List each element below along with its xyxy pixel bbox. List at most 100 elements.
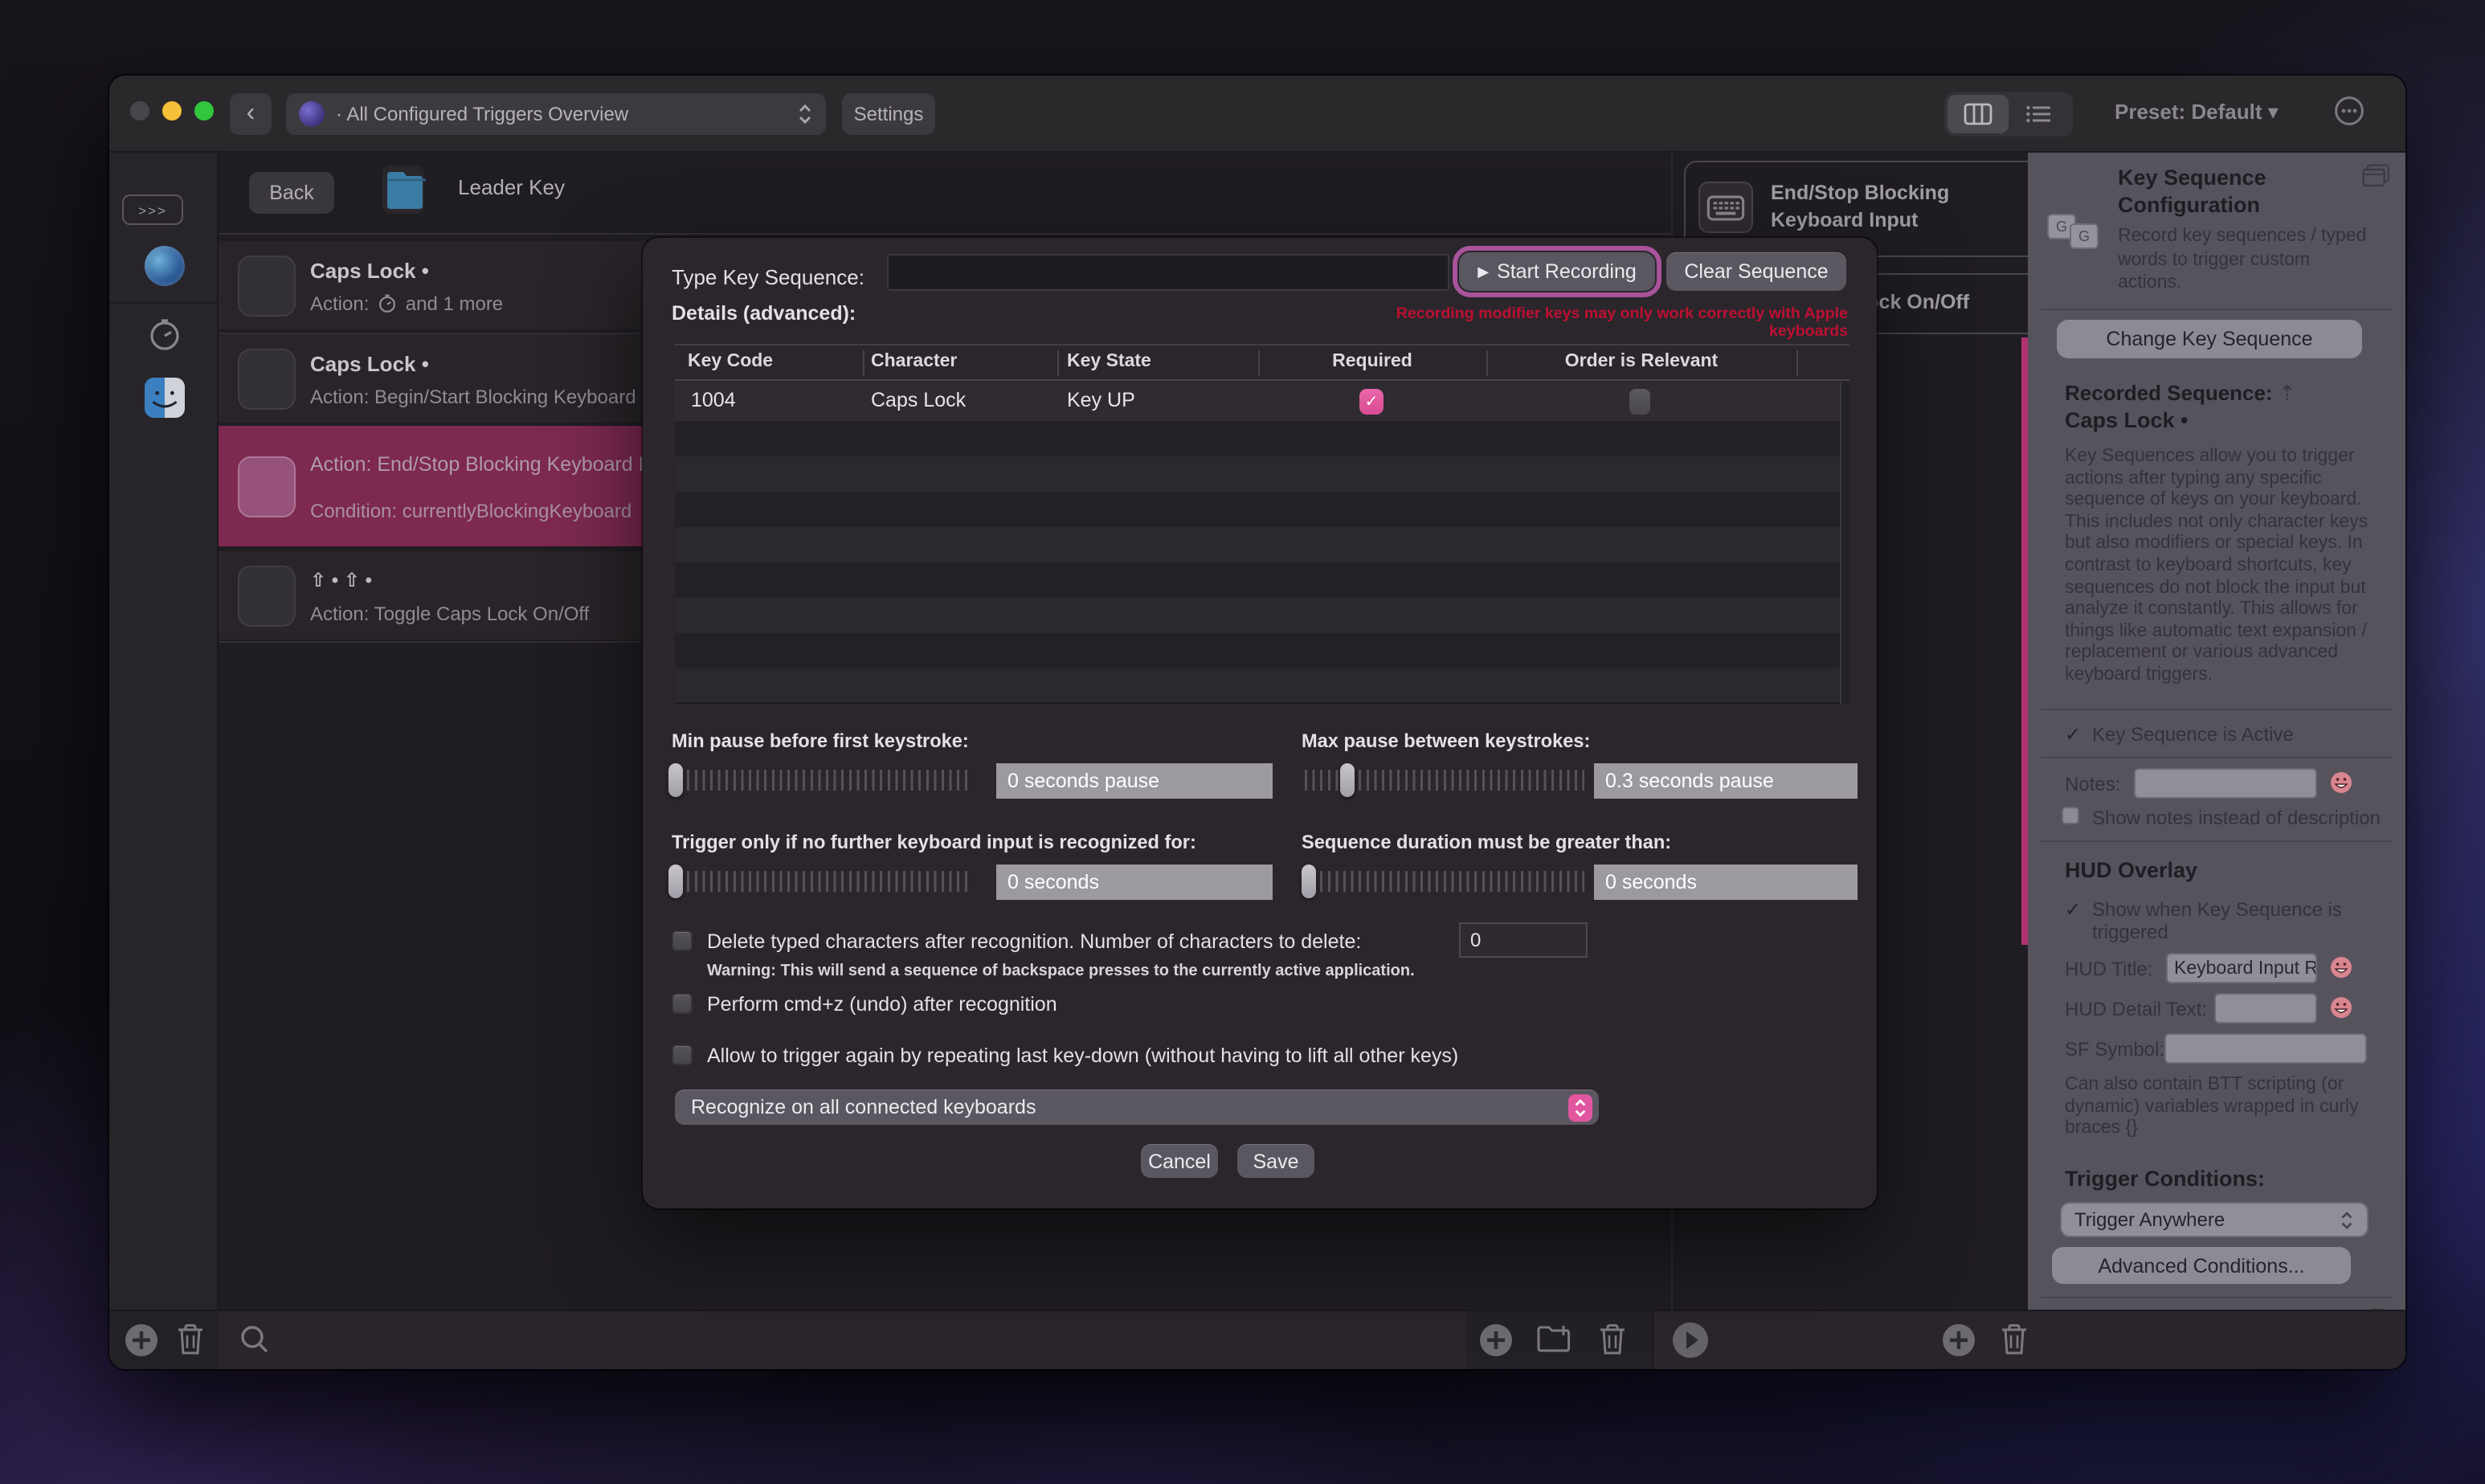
emoji-picker-icon[interactable]	[2330, 956, 2352, 979]
finder-app-icon[interactable]	[145, 378, 185, 426]
timer-icon[interactable]	[148, 318, 182, 360]
breadcrumb-title: Leader Key	[458, 175, 565, 199]
sequence-duration-value: 0 seconds	[1594, 865, 1858, 900]
max-pause-slider[interactable]	[1305, 770, 1584, 791]
type-key-sequence-label: Type Key Sequence:	[672, 265, 864, 289]
view-mode-segmented-control[interactable]	[1944, 92, 2073, 137]
add-action-icon[interactable]	[1478, 1323, 1514, 1366]
perform-undo-checkbox[interactable]	[672, 993, 693, 1014]
settings-button[interactable]: Settings	[842, 93, 935, 135]
min-pause-label: Min pause before first keystroke:	[672, 730, 969, 752]
delete-warning-text: Warning: This will send a sequence of ba…	[707, 963, 1415, 980]
select-stepper-icon	[1568, 1094, 1592, 1121]
hud-title-input[interactable]: Keyboard Input Relea	[2166, 953, 2317, 983]
keyboard-icon	[1698, 182, 1753, 233]
cancel-button[interactable]: Cancel	[1141, 1144, 1218, 1178]
table-scrollbar[interactable]	[1840, 382, 1849, 704]
close-traffic-light[interactable]	[130, 101, 149, 121]
key-sequence-table: Key Code Character Key State Required Or…	[675, 344, 1849, 704]
expand-rail-button[interactable]: >>>	[122, 194, 183, 225]
preset-profile-selector[interactable]: · All Configured Triggers Overview	[286, 93, 826, 135]
table-row[interactable]: 1004 Caps Lock Key UP ✓	[675, 382, 1849, 421]
add-trigger-icon[interactable]	[124, 1323, 159, 1366]
trigger-condition-line: Condition: currentlyBlockingKeyboard	[310, 500, 631, 522]
global-apps-icon[interactable]	[145, 246, 185, 286]
folder-icon	[378, 161, 429, 227]
minimize-traffic-light[interactable]	[162, 101, 182, 121]
columns-view-icon[interactable]	[1948, 95, 2009, 133]
nav-back-button[interactable]: ‹	[230, 93, 272, 135]
emoji-picker-icon[interactable]	[2330, 771, 2352, 794]
keyboard-select[interactable]: Recognize on all connected keyboards	[675, 1089, 1599, 1125]
back-button[interactable]: Back	[249, 172, 334, 214]
list-view-icon[interactable]	[2009, 95, 2070, 133]
delete-count-input[interactable]: 0	[1459, 922, 1588, 958]
search-icon[interactable]	[239, 1324, 270, 1363]
hud-detail-label: HUD Detail Text:	[2065, 998, 2207, 1020]
no-further-input-value: 0 seconds	[996, 865, 1273, 900]
column-header[interactable]: Key Code	[688, 352, 773, 371]
required-checkbox[interactable]: ✓	[1359, 389, 1384, 415]
delete-typed-checkbox[interactable]	[672, 930, 693, 951]
key-sequence-input[interactable]	[887, 254, 1449, 291]
trigger-anywhere-select[interactable]: Trigger Anywhere	[2060, 1202, 2369, 1237]
advanced-conditions-button[interactable]: Advanced Conditions...	[2052, 1247, 2351, 1284]
sequence-duration-label: Sequence duration must be greater than:	[1302, 831, 1671, 853]
allow-trigger-again-checkbox[interactable]	[672, 1045, 693, 1065]
max-pause-label: Max pause between keystrokes:	[1302, 730, 1590, 752]
sf-symbol-input[interactable]	[2164, 1033, 2367, 1064]
trigger-icon-placeholder	[238, 456, 296, 517]
key-sequence-active-checkbox[interactable]: Key Sequence is Active	[2092, 723, 2294, 746]
trigger-subtitle: Action: Toggle Caps Lock On/Off	[310, 603, 589, 625]
save-button[interactable]: Save	[1237, 1144, 1314, 1178]
clear-sequence-button[interactable]: Clear Sequence	[1666, 252, 1846, 291]
hud-overlay-heading: HUD Overlay	[2065, 858, 2197, 882]
notes-label: Notes:	[2065, 773, 2120, 795]
add-item-icon[interactable]	[1941, 1323, 1976, 1366]
no-further-input-slider[interactable]	[672, 871, 967, 892]
sequence-duration-slider[interactable]	[1305, 871, 1584, 892]
start-recording-button[interactable]: ▶ Start Recording	[1459, 252, 1655, 291]
trigger-title: ⇧ • ⇧ •	[310, 569, 372, 591]
perform-undo-label: Perform cmd+z (undo) after recognition	[707, 993, 1057, 1016]
trigger-title: Caps Lock •	[310, 259, 429, 283]
delete-item-icon[interactable]	[1999, 1323, 2029, 1364]
hud-show-checkbox[interactable]: Show when Key Sequence istriggered	[2092, 898, 2342, 943]
add-folder-icon[interactable]	[1536, 1324, 1572, 1361]
toolbar-divider	[1652, 1311, 1653, 1369]
checkmark-icon: ✓	[2065, 898, 2081, 921]
min-pause-value: 0 seconds pause	[996, 763, 1273, 799]
allow-trigger-again-label: Allow to trigger again by repeating last…	[707, 1045, 1458, 1067]
column-header[interactable]: Order is Relevant	[1486, 352, 1796, 371]
action-card-label: End/Stop BlockingKeyboard Input	[1771, 180, 1949, 235]
zoom-traffic-light[interactable]	[194, 101, 214, 121]
chevron-up-down-icon	[797, 103, 813, 125]
change-key-sequence-button[interactable]: Change Key Sequence	[2057, 320, 2362, 358]
desktop: ‹ · All Configured Triggers Overview Set…	[0, 0, 2485, 1484]
no-further-input-label: Trigger only if no further keyboard inpu…	[672, 831, 1196, 853]
recorded-sequence-value: Caps Lock •	[2065, 408, 2189, 432]
emoji-picker-icon[interactable]	[2330, 996, 2352, 1019]
preset-menu[interactable]: Preset: Default ▾	[2115, 100, 2279, 125]
character-cell: Caps Lock	[871, 389, 966, 411]
delete-trigger-icon[interactable]	[175, 1323, 206, 1364]
column-header[interactable]: Required	[1258, 352, 1486, 371]
show-notes-checkbox[interactable]	[2062, 807, 2079, 824]
keycap-icon: G	[2070, 223, 2099, 249]
more-options-icon[interactable]	[2333, 95, 2365, 135]
details-advanced-label: Details (advanced):	[672, 302, 856, 325]
run-action-icon[interactable]	[1671, 1321, 1710, 1367]
scroll-up-icon: ⇡	[2279, 381, 2296, 405]
bettertouchtool-window: ‹ · All Configured Triggers Overview Set…	[109, 76, 2405, 1369]
panel-subtitle: Record key sequences / typed words to tr…	[2118, 225, 2375, 295]
min-pause-slider[interactable]	[672, 770, 967, 791]
table-header-row: Key Code Character Key State Required Or…	[675, 345, 1849, 381]
delete-action-icon[interactable]	[1597, 1323, 1628, 1364]
order-relevant-checkbox[interactable]	[1629, 389, 1650, 415]
column-header[interactable]: Key State	[1067, 352, 1151, 371]
play-icon: ▶	[1478, 263, 1489, 280]
notes-input[interactable]	[2134, 768, 2317, 799]
hud-detail-input[interactable]	[2214, 993, 2317, 1024]
column-header[interactable]: Character	[871, 352, 957, 371]
trigger-icon-placeholder	[238, 256, 296, 317]
